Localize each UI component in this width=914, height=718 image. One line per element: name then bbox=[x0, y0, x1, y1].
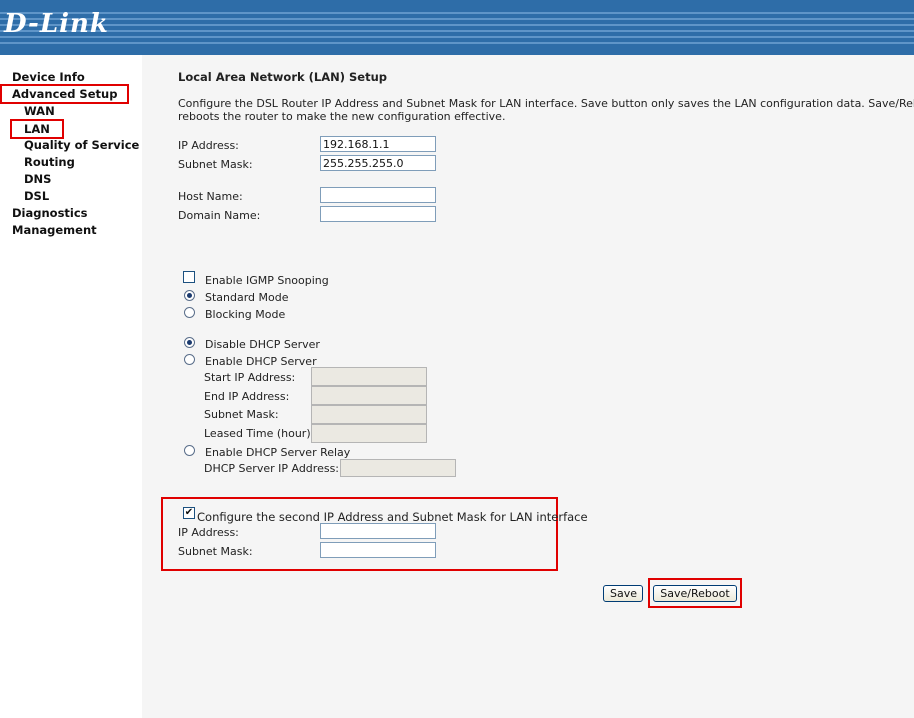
dhcp-relay-radio[interactable] bbox=[184, 445, 195, 456]
sidebar-item-quality-of-service[interactable]: Quality of Service bbox=[24, 138, 139, 152]
start-ip-label: Start IP Address: bbox=[204, 371, 296, 384]
sidebar-item-routing[interactable]: Routing bbox=[24, 155, 75, 169]
host-name-input[interactable] bbox=[320, 187, 436, 203]
sidebar-item-dns[interactable]: DNS bbox=[24, 172, 51, 186]
subnet-mask-input[interactable] bbox=[320, 155, 436, 171]
header-stripes bbox=[0, 12, 914, 48]
igmp-snooping-label: Enable IGMP Snooping bbox=[205, 274, 329, 287]
main-content: Local Area Network (LAN) Setup Configure… bbox=[142, 55, 914, 718]
blocking-mode-label: Blocking Mode bbox=[205, 308, 286, 321]
dhcp-subnet-mask-label: Subnet Mask: bbox=[204, 408, 279, 421]
second-subnet-mask-label: Subnet Mask: bbox=[178, 545, 253, 558]
ip-address-label: IP Address: bbox=[178, 139, 239, 152]
leased-time-label: Leased Time (hour): bbox=[204, 427, 315, 440]
start-ip-input[interactable] bbox=[311, 367, 427, 386]
save-button[interactable]: Save bbox=[603, 585, 643, 602]
sidebar-item-advanced-setup[interactable]: Advanced Setup bbox=[0, 84, 130, 104]
second-ip-checkbox[interactable]: ✔ bbox=[183, 507, 195, 519]
domain-name-label: Domain Name: bbox=[178, 209, 261, 222]
dhcp-relay-label: Enable DHCP Server Relay bbox=[205, 446, 351, 459]
host-name-label: Host Name: bbox=[178, 190, 243, 203]
sidebar-item-dsl[interactable]: DSL bbox=[24, 189, 49, 203]
end-ip-input[interactable] bbox=[311, 386, 427, 405]
sidebar-item-device-info[interactable]: Device Info bbox=[12, 70, 85, 84]
blocking-mode-radio[interactable] bbox=[184, 307, 195, 318]
ip-address-input[interactable] bbox=[320, 136, 436, 152]
disable-dhcp-radio[interactable] bbox=[184, 337, 195, 348]
header-banner: D-Link bbox=[0, 0, 914, 55]
end-ip-label: End IP Address: bbox=[204, 390, 290, 403]
dhcp-subnet-mask-input[interactable] bbox=[311, 405, 427, 424]
second-ip-checkbox-label: Configure the second IP Address and Subn… bbox=[197, 510, 588, 524]
dhcp-relay-ip-input[interactable] bbox=[340, 459, 456, 477]
page-description-line2: reboots the router to make the new confi… bbox=[178, 110, 506, 123]
igmp-snooping-checkbox[interactable] bbox=[183, 271, 195, 283]
disable-dhcp-label: Disable DHCP Server bbox=[205, 338, 320, 351]
sidebar-item-diagnostics[interactable]: Diagnostics bbox=[12, 206, 88, 220]
enable-dhcp-radio[interactable] bbox=[184, 354, 195, 365]
standard-mode-radio[interactable] bbox=[184, 290, 195, 301]
standard-mode-label: Standard Mode bbox=[205, 291, 289, 304]
second-subnet-mask-input[interactable] bbox=[320, 542, 436, 558]
sidebar-item-lan[interactable]: LAN bbox=[10, 119, 64, 139]
page-title: Local Area Network (LAN) Setup bbox=[178, 70, 388, 84]
dlink-logo: D-Link bbox=[4, 9, 109, 39]
subnet-mask-label: Subnet Mask: bbox=[178, 158, 253, 171]
dhcp-relay-ip-label: DHCP Server IP Address: bbox=[204, 462, 340, 475]
enable-dhcp-label: Enable DHCP Server bbox=[205, 355, 317, 368]
domain-name-input[interactable] bbox=[320, 206, 436, 222]
sidebar-item-management[interactable]: Management bbox=[12, 223, 97, 237]
sidebar-item-wan[interactable]: WAN bbox=[24, 104, 55, 118]
second-ip-address-label: IP Address: bbox=[178, 526, 239, 539]
page-description-line1: Configure the DSL Router IP Address and … bbox=[178, 97, 914, 110]
sidebar: Device Info Advanced Setup WAN LAN Quali… bbox=[0, 55, 142, 718]
leased-time-input[interactable] bbox=[311, 424, 427, 443]
second-ip-address-input[interactable] bbox=[320, 523, 436, 539]
save-reboot-button[interactable]: Save/Reboot bbox=[653, 585, 737, 602]
